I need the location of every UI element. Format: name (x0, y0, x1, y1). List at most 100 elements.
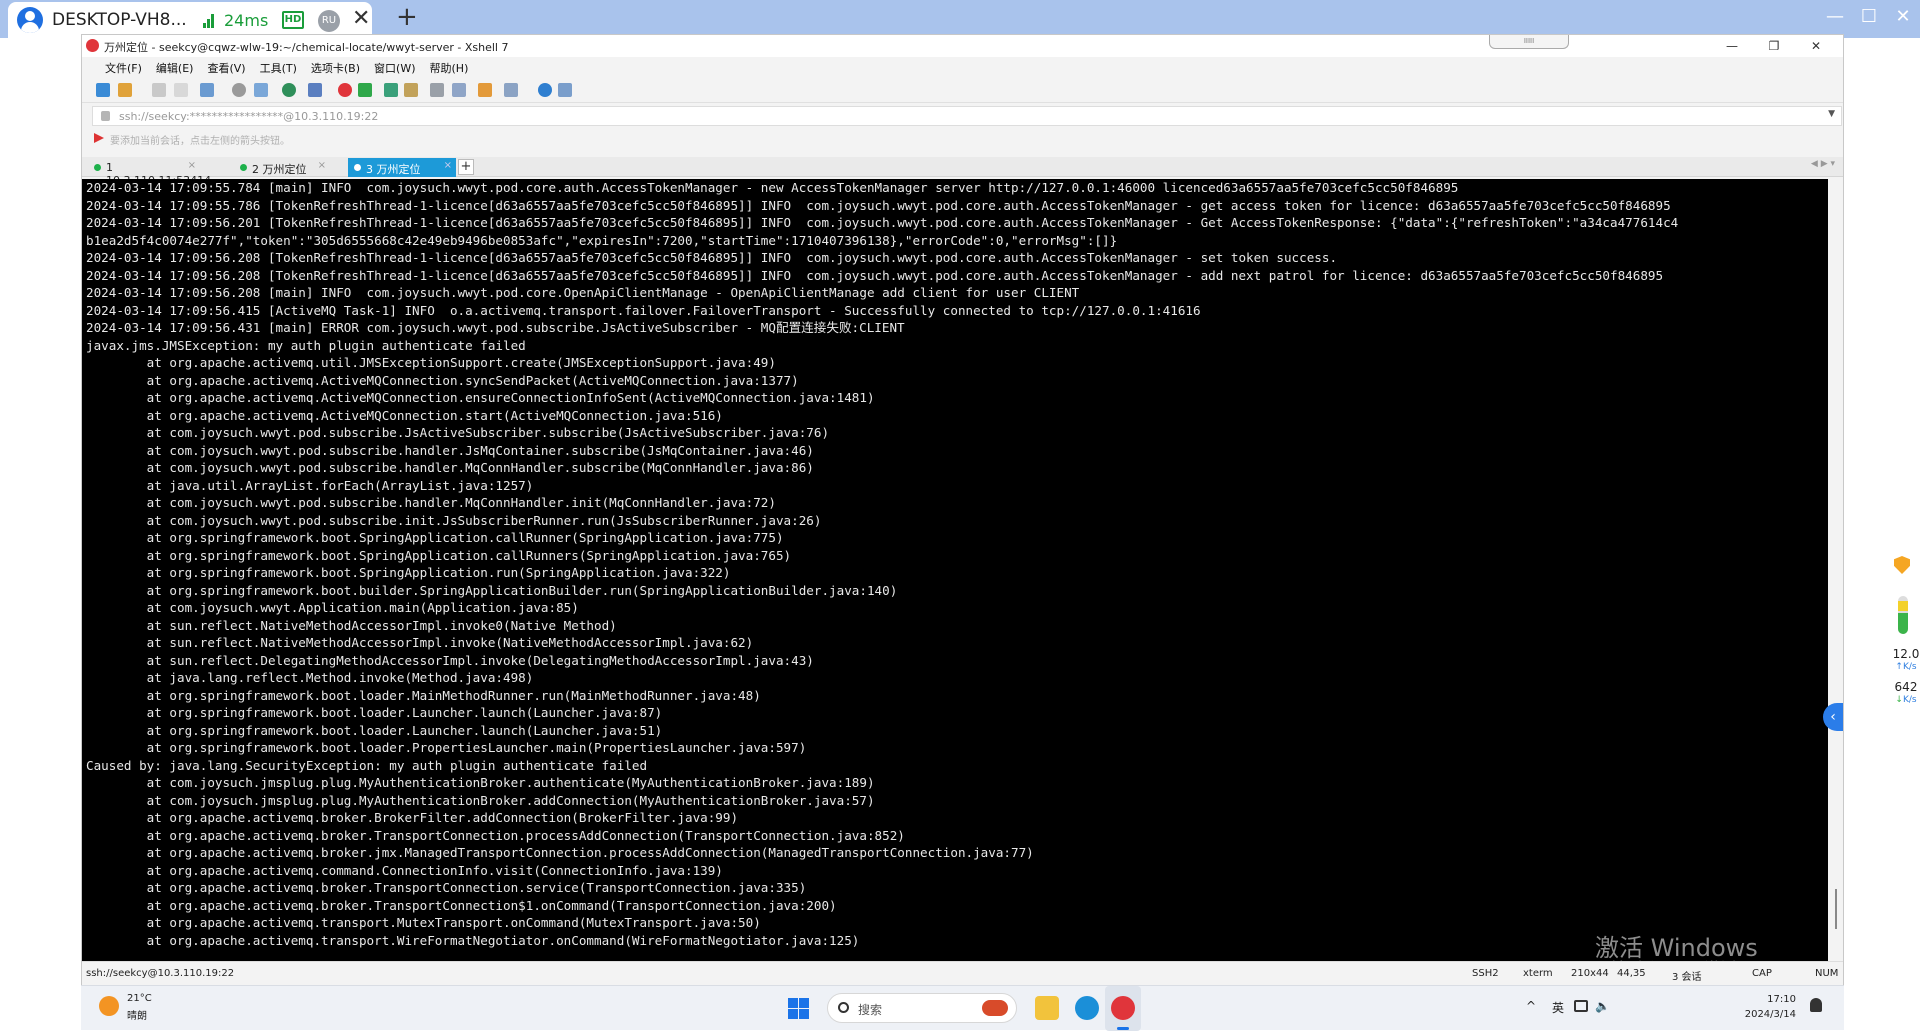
scroll-thumb[interactable] (1835, 889, 1837, 929)
tab-nav-arrows[interactable]: ◀ ▶ ▾ (1811, 159, 1835, 169)
shield-icon[interactable] (1894, 556, 1910, 574)
terminal-line: 2024-03-14 17:09:56.208 [TokenRefreshThr… (86, 250, 1338, 265)
volume-icon[interactable]: 🔈 (1595, 999, 1610, 1013)
terminal-line: at org.springframework.boot.loader.MainM… (86, 687, 761, 703)
address-bar[interactable]: ssh://seekcy:*****************@10.3.110.… (92, 106, 1842, 126)
menu-edit[interactable]: 编辑(E) (149, 57, 201, 77)
find-icon[interactable] (232, 83, 246, 97)
open-folder-icon[interactable] (118, 83, 132, 97)
search-highlight-icon (982, 1000, 1008, 1016)
minimize-button[interactable]: — (1818, 0, 1852, 34)
windows-start-icon[interactable] (788, 998, 809, 1019)
terminal-line: at com.joysuch.wwyt.pod.subscribe.JsActi… (86, 425, 830, 440)
notification-bell-icon[interactable] (1810, 998, 1822, 1012)
clock-time[interactable]: 17:10 (1716, 994, 1796, 1005)
weather-desc[interactable]: 晴朗 (127, 1007, 147, 1022)
arrow-icon[interactable] (94, 133, 104, 143)
drag-handle[interactable]: IIIII (1489, 35, 1569, 49)
terminal-line: at org.springframework.boot.loader.Launc… (86, 705, 663, 720)
close-window-button[interactable]: ✕ (1886, 0, 1920, 34)
remote-desktop-bar: DESKTOP-VH8... 24ms HD RU ✕ + — ☐ ✕ (0, 0, 1920, 38)
tab-session-1[interactable]: 1 10.3.110.11:53414 × (88, 158, 211, 187)
hd-badge[interactable]: HD (282, 11, 304, 29)
terminal-line: at java.util.ArrayList.forEach(ArrayList… (86, 477, 534, 493)
copy-icon[interactable] (254, 83, 268, 97)
chevron-down-icon[interactable]: ▼ (1828, 109, 1835, 119)
remote-host-name: DESKTOP-VH8... (52, 10, 187, 30)
close-icon[interactable]: × (444, 160, 452, 171)
lock-icon[interactable] (404, 83, 418, 97)
xftp-icon[interactable] (338, 83, 352, 97)
terminal-line: Caused by: java.lang.SecurityException: … (86, 757, 648, 773)
file-explorer-icon[interactable] (1035, 996, 1059, 1020)
menu-help[interactable]: 帮助(H) (423, 57, 476, 77)
menu-bar: 文件(F) 编辑(E) 查看(V) 工具(T) 选项卡(B) 窗口(W) 帮助(… (82, 57, 1843, 77)
network-icon[interactable] (1574, 1000, 1588, 1012)
chevron-up-icon[interactable]: ^ (1526, 999, 1536, 1013)
script-icon[interactable] (452, 83, 466, 97)
terminal-line: at org.springframework.boot.SpringApplic… (86, 565, 731, 580)
terminal-line: at sun.reflect.NativeMethodAccessorImpl.… (86, 617, 617, 633)
address-text: ssh://seekcy:*****************@10.3.110.… (119, 110, 379, 123)
ime-indicator[interactable]: 英 (1552, 999, 1564, 1016)
status-sessions: 3 会话 (1672, 972, 1702, 983)
download-speed: 642 ↓K/s (1891, 681, 1920, 707)
terminal-scrollbar[interactable] (1828, 179, 1843, 961)
terminal-line: at org.springframework.boot.loader.Launc… (86, 722, 663, 738)
side-monitor-panel: 12.0 ↑K/s 642 ↓K/s (1847, 38, 1920, 1030)
maximize-button[interactable]: ☐ (1852, 0, 1886, 34)
properties-icon[interactable] (200, 83, 214, 97)
layout-icon[interactable] (504, 83, 518, 97)
menu-window[interactable]: 窗口(W) (367, 57, 422, 77)
terminal-line: at com.joysuch.wwyt.pod.subscribe.handle… (86, 495, 776, 510)
globe-icon[interactable] (282, 83, 296, 97)
menu-tools[interactable]: 工具(T) (253, 57, 304, 77)
terminal-line: at org.apache.activemq.broker.BrokerFilt… (86, 810, 739, 825)
close-icon[interactable]: × (318, 160, 326, 171)
ru-badge[interactable]: RU (318, 10, 340, 32)
terminal-line: b1ea2d5f4c0074e277f","token":"305d655566… (86, 232, 1118, 248)
terminal-line: at org.apache.activemq.command.Connectio… (86, 862, 723, 878)
clock-date[interactable]: 2024/3/14 (1716, 1009, 1796, 1020)
fullscreen-icon[interactable] (384, 83, 398, 97)
weather-temp[interactable]: 21°C (127, 993, 152, 1004)
xshell-taskbar-icon[interactable] (1111, 996, 1135, 1020)
add-tab-button[interactable]: + (458, 159, 474, 175)
new-session-button[interactable]: + (396, 2, 418, 32)
side-panel-toggle-chevron-icon[interactable]: ‹ (1823, 703, 1843, 731)
memory-gauge-icon[interactable] (1898, 596, 1908, 634)
new-session-icon[interactable] (96, 83, 110, 97)
terminal-output[interactable]: 2024-03-14 17:09:55.784 [main] INFO com.… (82, 179, 1830, 961)
keyboard-icon[interactable] (430, 83, 444, 97)
xshell-minimize-button[interactable]: — (1711, 36, 1753, 56)
remote-window-controls: — ☐ ✕ (1818, 0, 1920, 36)
transfer-icon[interactable] (478, 83, 492, 97)
upload-value: 12.0 (1892, 647, 1920, 661)
close-session-button[interactable]: ✕ (352, 6, 370, 31)
terminal-line: 2024-03-14 17:09:55.786 [TokenRefreshThr… (86, 197, 1671, 213)
download-unit: ↓K/s (1895, 695, 1917, 705)
close-icon[interactable]: × (188, 160, 196, 171)
menu-tabs[interactable]: 选项卡(B) (304, 57, 367, 77)
disconnect-icon[interactable] (174, 83, 188, 97)
terminal-line: at org.apache.activemq.transport.MutexTr… (86, 915, 761, 930)
xshell-restore-button[interactable]: ❐ (1753, 36, 1795, 56)
system-tray: ^ 英 🔈 17:10 2024/3/14 (1506, 992, 1826, 1026)
chat-icon[interactable] (558, 83, 572, 97)
connect-icon[interactable] (152, 83, 166, 97)
xshell-close-button[interactable]: ✕ (1795, 36, 1837, 56)
font-icon[interactable] (308, 83, 322, 97)
xmanager-icon[interactable] (358, 83, 372, 97)
weather-sun-icon[interactable] (99, 996, 119, 1016)
menu-file[interactable]: 文件(F) (98, 57, 149, 77)
tab-session-2[interactable]: 2 万州定位 × (234, 158, 330, 177)
terminal-line: 2024-03-14 17:09:56.415 [ActiveMQ Task-1… (86, 302, 1201, 318)
tab-session-3[interactable]: 3 万州定位 × (348, 158, 456, 177)
edge-browser-icon[interactable] (1075, 996, 1099, 1020)
taskbar-search[interactable]: 搜索 (827, 993, 1017, 1023)
help-icon[interactable] (538, 83, 552, 97)
remote-session-tab[interactable]: DESKTOP-VH8... 24ms HD RU ✕ (8, 2, 372, 38)
xshell-titlebar: 万州定位 - seekcy@cqwz-wlw-19:~/chemical-loc… (82, 35, 1843, 57)
terminal-line: at org.apache.activemq.ActiveMQConnectio… (86, 372, 799, 388)
menu-view[interactable]: 查看(V) (200, 57, 252, 77)
